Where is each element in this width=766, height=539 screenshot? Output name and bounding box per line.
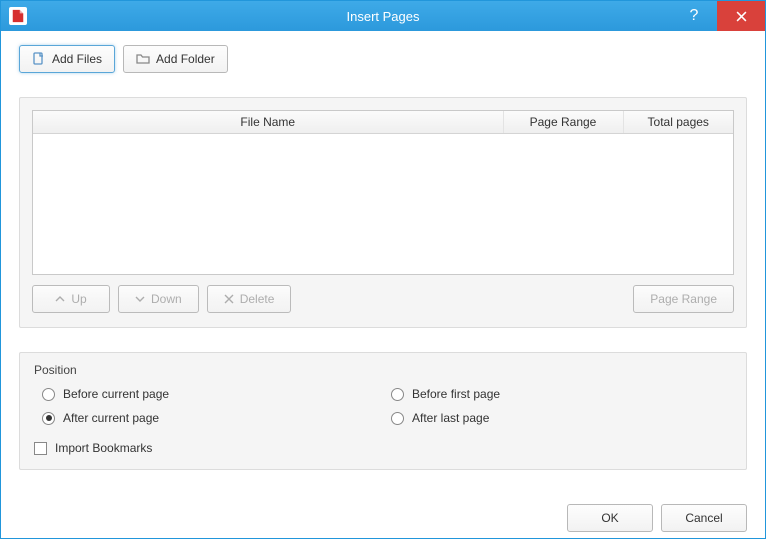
delete-label: Delete — [240, 292, 275, 306]
dialog-body: Add Files Add Folder File Name Page Rang… — [1, 31, 765, 494]
radio-after-current[interactable]: After current page — [42, 411, 383, 425]
delete-icon — [224, 294, 234, 304]
help-button[interactable]: ? — [671, 1, 717, 31]
ok-button[interactable]: OK — [567, 504, 653, 532]
radio-dot-icon — [42, 412, 55, 425]
dialog-footer: OK Cancel — [1, 494, 765, 538]
radio-before-current[interactable]: Before current page — [42, 387, 383, 401]
close-button[interactable] — [717, 1, 765, 31]
move-up-button[interactable]: Up — [32, 285, 110, 313]
checkbox-icon — [34, 442, 47, 455]
radio-before-current-label: Before current page — [63, 387, 169, 401]
radio-dot-icon — [391, 412, 404, 425]
window-title: Insert Pages — [1, 9, 765, 24]
file-add-icon — [32, 52, 46, 66]
radio-dot-icon — [42, 388, 55, 401]
page-range-button[interactable]: Page Range — [633, 285, 734, 313]
chevron-up-icon — [55, 294, 65, 304]
delete-button[interactable]: Delete — [207, 285, 292, 313]
file-list-table-wrap: File Name Page Range Total pages — [32, 110, 734, 275]
add-folder-label: Add Folder — [156, 52, 215, 66]
cancel-button[interactable]: Cancel — [661, 504, 747, 532]
dialog-window: Insert Pages ? Add Files Add Folder — [0, 0, 766, 539]
radio-dot-icon — [391, 388, 404, 401]
col-header-totalpages[interactable]: Total pages — [623, 111, 733, 134]
cancel-label: Cancel — [685, 511, 722, 525]
title-bar[interactable]: Insert Pages ? — [1, 1, 765, 31]
col-header-pagerange[interactable]: Page Range — [503, 111, 623, 134]
radio-after-last[interactable]: After last page — [391, 411, 732, 425]
folder-add-icon — [136, 52, 150, 66]
position-panel: Position Before current page After curre… — [19, 352, 747, 470]
import-bookmarks-label: Import Bookmarks — [55, 441, 152, 455]
add-files-button[interactable]: Add Files — [19, 45, 115, 73]
move-down-button[interactable]: Down — [118, 285, 199, 313]
col-header-filename[interactable]: File Name — [33, 111, 503, 134]
file-list-panel: File Name Page Range Total pages Up — [19, 97, 747, 328]
radio-before-first[interactable]: Before first page — [391, 387, 732, 401]
move-down-label: Down — [151, 292, 182, 306]
radio-before-first-label: Before first page — [412, 387, 500, 401]
position-group-label: Position — [34, 363, 732, 377]
import-bookmarks-checkbox[interactable]: Import Bookmarks — [34, 441, 732, 455]
radio-after-current-label: After current page — [63, 411, 159, 425]
page-range-label: Page Range — [650, 292, 717, 306]
radio-after-last-label: After last page — [412, 411, 489, 425]
move-up-label: Up — [71, 292, 86, 306]
chevron-down-icon — [135, 294, 145, 304]
app-icon — [9, 7, 27, 25]
file-list-table[interactable]: File Name Page Range Total pages — [33, 111, 733, 134]
ok-label: OK — [601, 511, 618, 525]
add-folder-button[interactable]: Add Folder — [123, 45, 228, 73]
add-files-label: Add Files — [52, 52, 102, 66]
